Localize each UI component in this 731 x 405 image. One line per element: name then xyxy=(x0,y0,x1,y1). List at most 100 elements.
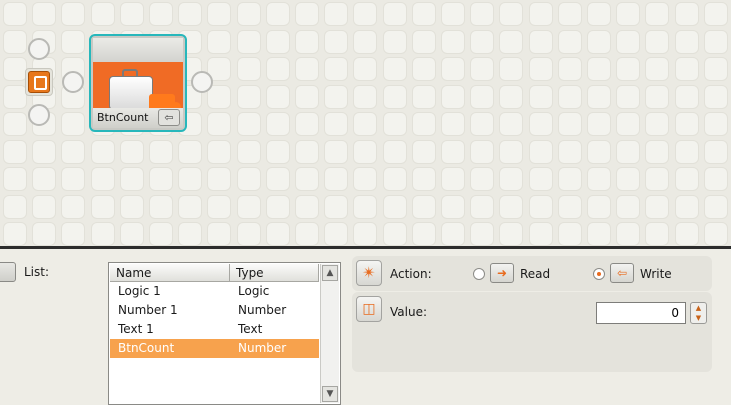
table-row[interactable]: Logic 1 Logic xyxy=(110,282,319,301)
grid-cell xyxy=(616,29,641,54)
grid-cell xyxy=(178,167,203,191)
grid-cell xyxy=(528,84,553,109)
grid-cell xyxy=(3,112,27,136)
grid-cell xyxy=(90,139,115,164)
grid-cell xyxy=(324,139,349,164)
grid-cell xyxy=(324,194,349,219)
grid-cell xyxy=(470,112,495,136)
grid-cell xyxy=(265,167,290,191)
grid-cell xyxy=(441,194,465,219)
grid-cell xyxy=(557,112,582,136)
grid-cell xyxy=(236,112,261,136)
grid-cell xyxy=(353,167,378,191)
grid-cell xyxy=(499,222,524,246)
grid-cell xyxy=(149,2,173,26)
grid-cell xyxy=(61,167,86,191)
output-wire-ring[interactable] xyxy=(191,71,213,93)
grid-cell xyxy=(3,194,27,219)
grid-cell xyxy=(645,194,670,219)
grid-cell xyxy=(353,139,378,164)
grid-cell xyxy=(353,112,378,136)
list-icon xyxy=(0,262,16,282)
grid-cell xyxy=(207,139,232,164)
table-row[interactable]: Number 1 Number xyxy=(110,301,319,320)
grid-cell xyxy=(295,139,319,164)
grid-cell xyxy=(645,112,670,136)
grid-cell xyxy=(207,2,232,26)
grid-cell xyxy=(324,167,349,191)
scroll-up-button[interactable]: ▲ xyxy=(322,265,338,281)
grid-cell xyxy=(528,112,553,136)
grid-cell xyxy=(265,112,290,136)
stepper-down-icon[interactable]: ▼ xyxy=(691,313,706,323)
row-type: Text xyxy=(238,322,263,336)
write-arrow-icon: ⇦ xyxy=(610,263,634,283)
grid-cell xyxy=(703,2,728,26)
grid-cell xyxy=(207,194,232,219)
grid-cell xyxy=(265,194,290,219)
grid-cell xyxy=(411,194,436,219)
column-header-type[interactable]: Type xyxy=(230,264,319,282)
grid-cell xyxy=(149,167,173,191)
grid-cell xyxy=(645,222,670,246)
row-name: Logic 1 xyxy=(118,284,161,298)
grid-cell xyxy=(703,222,728,246)
value-stepper[interactable]: ▲ ▼ xyxy=(690,302,707,324)
grid-cell xyxy=(645,167,670,191)
column-header-name[interactable]: Name xyxy=(110,264,230,282)
grid-cell xyxy=(236,29,261,54)
grid-cell xyxy=(207,29,232,54)
grid-cell xyxy=(61,222,86,246)
stepper-up-icon[interactable]: ▲ xyxy=(691,303,706,313)
grid-cell xyxy=(470,222,495,246)
grid-cell xyxy=(528,222,553,246)
grid-cell xyxy=(295,222,319,246)
grid-cell xyxy=(470,29,495,54)
grid-cell xyxy=(382,139,407,164)
grid-cell xyxy=(353,29,378,54)
grid-cell xyxy=(528,29,553,54)
grid-cell xyxy=(90,167,115,191)
grid-cell xyxy=(324,29,349,54)
grid-cell xyxy=(90,2,115,26)
block-label-area: BtnCount ⇦ xyxy=(93,108,183,128)
block-body xyxy=(93,62,183,120)
table-row[interactable]: Text 1 Text xyxy=(110,320,319,339)
grid-cell xyxy=(295,194,319,219)
list-scrollbar[interactable]: ▲ ▼ xyxy=(320,264,339,403)
grid-cell xyxy=(441,167,465,191)
grid-cell xyxy=(353,194,378,219)
data-hub-tab[interactable]: ⇦ xyxy=(158,109,180,126)
grid-cell xyxy=(295,84,319,109)
variable-block[interactable]: BtnCount ⇦ xyxy=(89,34,187,132)
grid-cell xyxy=(470,139,495,164)
lower-wire-ring[interactable] xyxy=(28,104,50,126)
grid-cell xyxy=(587,29,611,54)
grid-cell xyxy=(382,29,407,54)
upper-wire-ring[interactable] xyxy=(28,38,50,60)
sequence-beam-ring[interactable] xyxy=(62,71,84,93)
sequence-start-tab[interactable] xyxy=(25,68,53,96)
grid-cell xyxy=(265,2,290,26)
grid-cell xyxy=(674,84,699,109)
scroll-down-button[interactable]: ▼ xyxy=(322,386,338,402)
grid-cell xyxy=(470,57,495,81)
grid-cell xyxy=(645,2,670,26)
grid-cell xyxy=(353,2,378,26)
grid-cell xyxy=(295,112,319,136)
value-field[interactable] xyxy=(596,302,686,324)
grid-cell xyxy=(441,222,465,246)
grid-cell xyxy=(557,84,582,109)
star-burst-icon: ✴ xyxy=(356,260,382,286)
grid-cell xyxy=(470,84,495,109)
grid-cell xyxy=(149,222,173,246)
action-group: ✴ Action: ➜ Read ⇦ Write xyxy=(352,256,712,291)
write-radio[interactable] xyxy=(593,268,605,280)
variable-list[interactable]: Name Type Logic 1 Logic Number 1 Number … xyxy=(108,262,341,405)
table-row-selected[interactable]: BtnCount Number xyxy=(110,339,319,358)
read-radio[interactable] xyxy=(473,268,485,280)
grid-cell xyxy=(236,84,261,109)
value-input-icon: ◫ xyxy=(356,296,382,322)
grid-cell xyxy=(441,139,465,164)
grid-cell xyxy=(119,222,144,246)
